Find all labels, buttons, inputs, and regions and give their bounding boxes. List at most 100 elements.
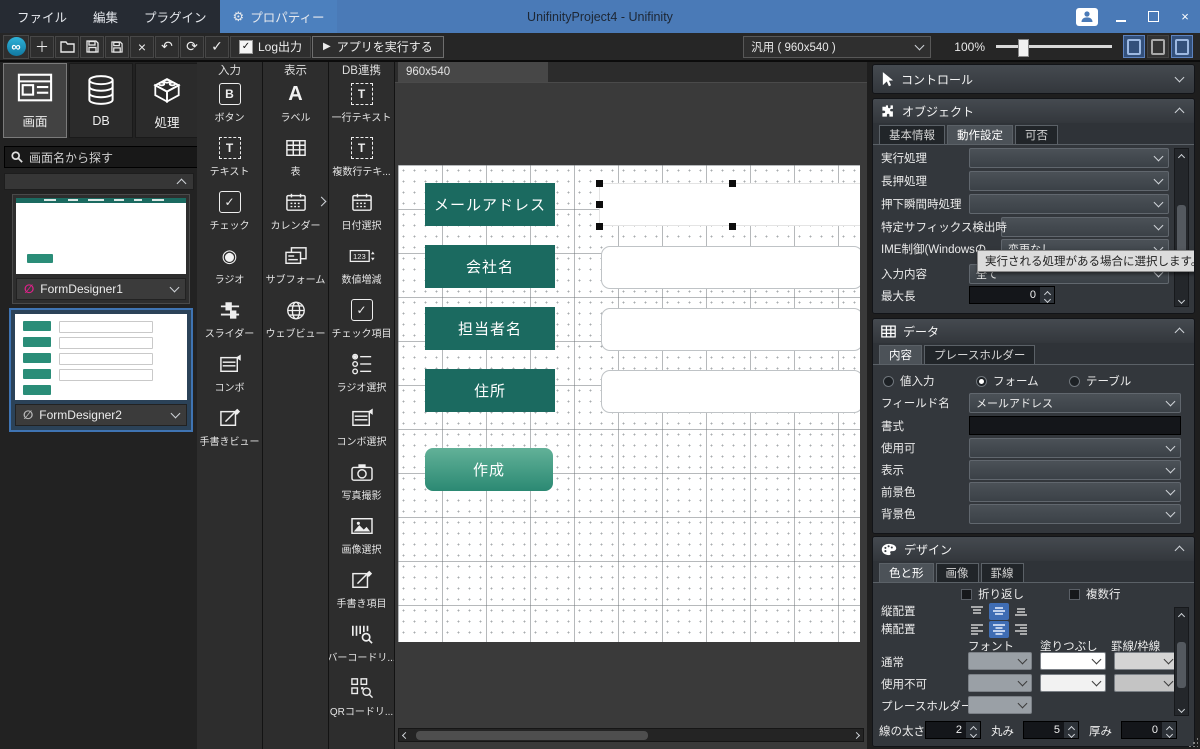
sidebar-tab-logic[interactable]: 処理	[135, 63, 199, 138]
menu-file[interactable]: ファイル	[4, 0, 80, 33]
background-select[interactable]	[969, 504, 1181, 524]
delete-button[interactable]: ×	[130, 35, 154, 58]
palette-item-slider[interactable]: スライダー	[197, 296, 262, 350]
palette-item-radio-select[interactable]: ラジオ選択	[329, 350, 394, 404]
canvas-field-address[interactable]	[601, 370, 860, 413]
palette-item-radio[interactable]: ◉ ラジオ	[197, 242, 262, 296]
tab-placeholder[interactable]: プレースホルダー	[924, 345, 1036, 364]
scrollbar-thumb[interactable]	[1177, 641, 1186, 688]
screen-name-bar[interactable]: ∅ FormDesigner2	[15, 404, 187, 426]
screen-group-collapse-bar[interactable]	[4, 173, 194, 190]
screen-search-input[interactable]: 画面名から探す	[4, 146, 204, 168]
valign-bottom-button[interactable]	[1011, 603, 1031, 620]
palette-item-handwriting-view[interactable]: 手書きビュー	[197, 404, 262, 458]
exec-process-select[interactable]	[969, 148, 1169, 168]
line-width-stepper[interactable]: 2	[925, 721, 981, 739]
canvas-size-tab[interactable]: 960x540	[398, 61, 548, 82]
palette-item-qrcode-reader[interactable]: QRコードリ...	[329, 674, 394, 728]
halign-center-button[interactable]	[989, 620, 1009, 638]
disabled-font-color-select[interactable]	[968, 674, 1032, 692]
run-app-button[interactable]: ▶ アプリを実行する	[312, 35, 444, 58]
menu-plugin[interactable]: プラグイン	[131, 0, 220, 33]
minimize-button[interactable]	[1112, 8, 1130, 26]
object-panel-header[interactable]: オブジェクト	[873, 99, 1194, 123]
app-logo-icon[interactable]: ∞	[3, 34, 29, 59]
scroll-up-icon[interactable]	[1177, 612, 1186, 621]
save-button[interactable]	[80, 35, 104, 58]
placeholder-font-color-select[interactable]	[968, 696, 1032, 714]
palette-item-singleline-text[interactable]: T 一行テキスト	[329, 80, 394, 134]
scroll-left-icon[interactable]	[401, 731, 410, 739]
tab-border[interactable]: 罫線	[980, 563, 1024, 582]
tab-color-shape[interactable]: 色と形	[879, 563, 934, 582]
size-preset-select[interactable]: 汎用 ( 960x540 )	[743, 35, 932, 58]
account-icon[interactable]	[1076, 7, 1098, 26]
palette-item-calendar[interactable]: カレンダー	[263, 188, 328, 242]
scrollbar-thumb[interactable]	[1177, 204, 1186, 257]
canvas-field-company[interactable]	[601, 246, 860, 289]
canvas-horizontal-scrollbar[interactable]	[398, 728, 864, 742]
format-input[interactable]	[969, 416, 1181, 435]
stepper-down-icon[interactable]	[1165, 730, 1173, 738]
screen-name-bar[interactable]: ∅ FormDesigner1	[16, 278, 186, 300]
palette-item-number-stepper[interactable]: 123 数値増減	[329, 242, 394, 296]
canvas-button-address[interactable]: 住所	[425, 369, 555, 412]
pressdown-select[interactable]	[969, 194, 1169, 214]
stepper-down-icon[interactable]	[969, 730, 977, 738]
scroll-up-icon[interactable]	[1177, 153, 1186, 162]
palette-item-check-item[interactable]: ✓ チェック項目	[329, 296, 394, 350]
palette-item-multiline-text[interactable]: T 複数行テキ...	[329, 134, 394, 188]
chevron-down-icon[interactable]	[1174, 72, 1185, 83]
menu-properties[interactable]: ⚙ プロパティー	[219, 0, 338, 33]
normal-border-color-select[interactable]	[1114, 652, 1178, 670]
canvas-field-person[interactable]	[601, 308, 860, 351]
palette-item-label[interactable]: A ラベル	[263, 80, 328, 134]
palette-item-datepicker[interactable]: 日付選択	[329, 188, 394, 242]
palette-item-image-select[interactable]: 画像選択	[329, 512, 394, 566]
validate-button[interactable]: ✓	[205, 35, 229, 58]
radio-value-input[interactable]: 値入力	[883, 371, 935, 391]
scrollbar-thumb[interactable]	[416, 731, 648, 740]
palette-item-check[interactable]: ✓ チェック	[197, 188, 262, 242]
maxlength-stepper[interactable]: 0	[969, 286, 1055, 304]
halign-left-button[interactable]	[967, 621, 987, 638]
enabled-select[interactable]	[969, 438, 1181, 458]
save-all-button[interactable]	[105, 35, 129, 58]
halign-right-button[interactable]	[1011, 621, 1031, 638]
view-mode-2-button[interactable]	[1147, 35, 1169, 58]
sidebar-tab-db[interactable]: DB	[69, 63, 133, 138]
stepper-down-icon[interactable]	[1043, 295, 1051, 303]
canvas-field-mailaddress[interactable]	[599, 183, 860, 226]
chevron-right-icon[interactable]	[316, 196, 327, 207]
chevron-up-icon[interactable]	[1174, 327, 1185, 338]
object-panel-scrollbar[interactable]	[1174, 148, 1189, 307]
disabled-border-color-select[interactable]	[1114, 674, 1178, 692]
radio-form[interactable]: フォーム	[976, 371, 1039, 391]
palette-item-button[interactable]: B ボタン	[197, 80, 262, 134]
redo-button[interactable]: ⟳	[180, 35, 204, 58]
palette-item-subform[interactable]: サブフォーム	[263, 242, 328, 296]
scroll-down-icon[interactable]	[1177, 296, 1186, 305]
screen-card-formdesigner1[interactable]: ∅ FormDesigner1	[12, 194, 190, 304]
menu-edit[interactable]: 編集	[80, 0, 131, 33]
canvas-button-mailaddress[interactable]: メールアドレス	[425, 183, 555, 226]
scroll-right-icon[interactable]	[852, 731, 861, 739]
scroll-down-icon[interactable]	[1177, 705, 1186, 714]
chevron-up-icon[interactable]	[1174, 107, 1185, 118]
palette-item-camera[interactable]: 写真撮影	[329, 458, 394, 512]
design-panel-scrollbar[interactable]	[1174, 607, 1189, 716]
palette-item-barcode-reader[interactable]: バーコードリ...	[329, 620, 394, 674]
corner-radius-stepper[interactable]: 5	[1023, 721, 1079, 739]
palette-item-combo-select[interactable]: コンボ選択	[329, 404, 394, 458]
fieldname-select[interactable]: メールアドレス	[969, 393, 1181, 413]
close-button[interactable]: ×	[1176, 8, 1194, 26]
tab-behavior[interactable]: 動作設定	[947, 125, 1013, 144]
zoom-slider[interactable]	[996, 37, 1112, 57]
canvas-button-person[interactable]: 担当者名	[425, 307, 555, 350]
chevron-up-icon[interactable]	[1174, 545, 1185, 556]
palette-item-handwriting-item[interactable]: 手書き項目	[329, 566, 394, 620]
thickness-stepper[interactable]: 0	[1121, 721, 1177, 739]
tab-enabled[interactable]: 可否	[1015, 125, 1058, 144]
palette-item-text[interactable]: T テキスト	[197, 134, 262, 188]
canvas-button-company[interactable]: 会社名	[425, 245, 555, 288]
